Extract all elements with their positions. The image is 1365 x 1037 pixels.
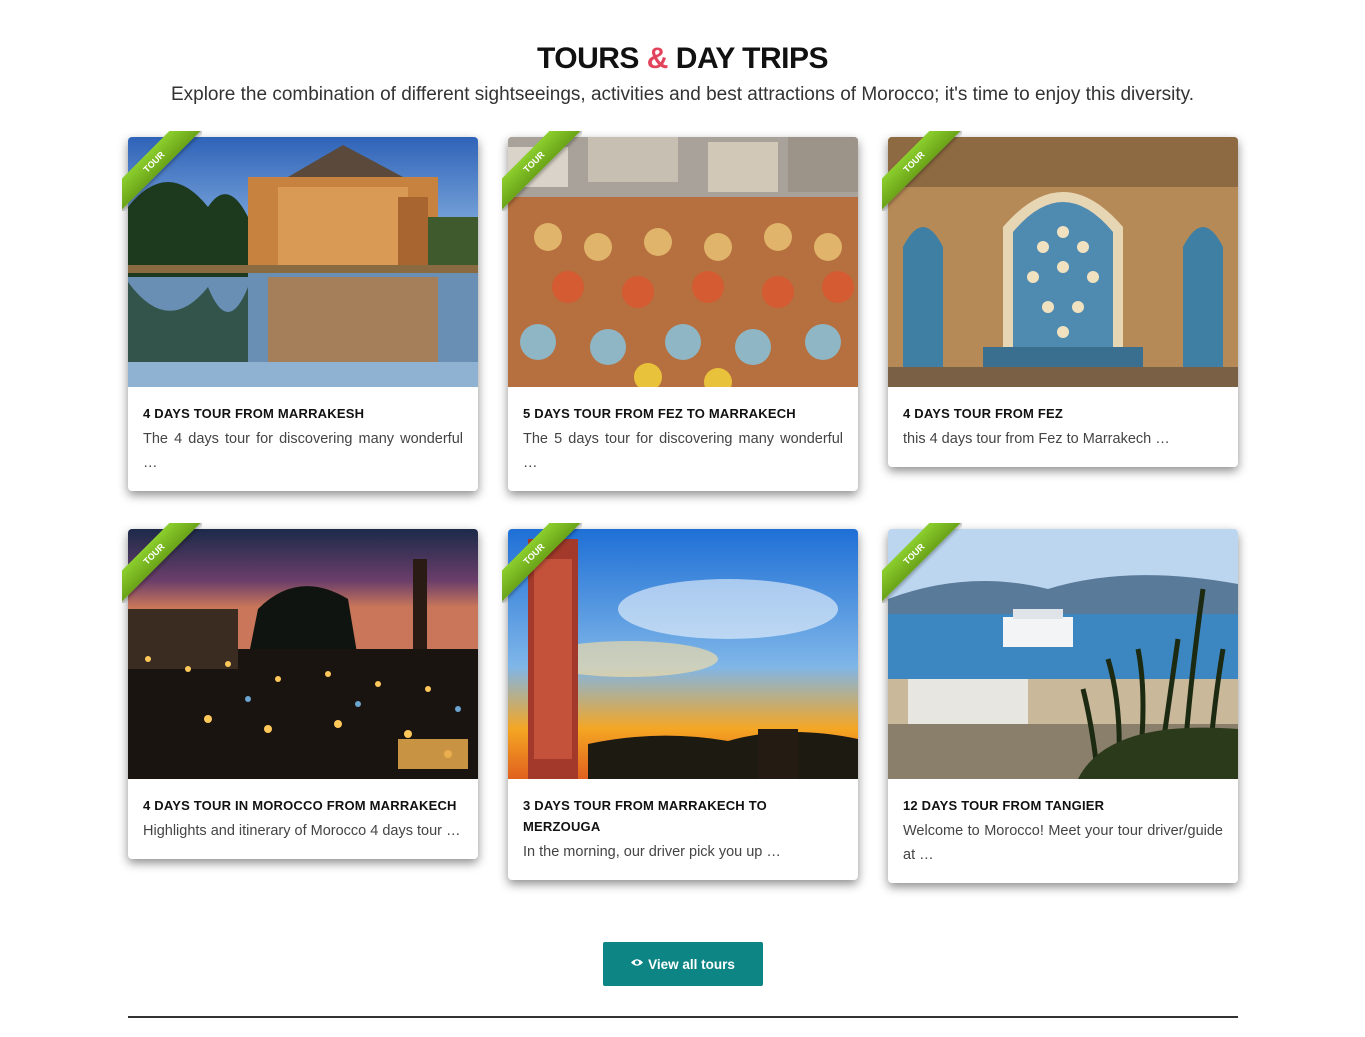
tour-excerpt: Welcome to Morocco! Meet your tour drive… — [903, 823, 1223, 863]
tour-ribbon: TOUR — [122, 523, 202, 603]
tour-ribbon-label: TOUR — [882, 523, 962, 603]
tour-ribbon: TOUR — [882, 523, 962, 603]
tour-ribbon-label: TOUR — [122, 523, 202, 603]
tour-card[interactable]: TOUR — [502, 131, 858, 491]
eye-icon — [631, 958, 644, 970]
view-all-tours-button[interactable]: View all tours — [603, 942, 763, 986]
tour-title[interactable]: 12 DAYS TOUR FROM TANGIER — [903, 795, 1223, 816]
tour-title[interactable]: 4 DAYS TOUR FROM FEZ — [903, 403, 1223, 424]
tour-title[interactable]: 5 DAYS TOUR FROM FEZ TO MARRAKECH — [523, 403, 843, 424]
tour-title[interactable]: 3 DAYS TOUR FROM MARRAKECH TO MERZOUGA — [523, 795, 843, 837]
heading-part2: DAY TRIPS — [675, 42, 829, 75]
tour-excerpt: In the morning, our driver pick you up … — [523, 844, 781, 860]
tour-excerpt: The 5 days tour for discovering many won… — [523, 431, 843, 471]
tour-ribbon-label: TOUR — [502, 523, 582, 603]
tour-title[interactable]: 4 DAYS TOUR FROM MARRAKESH — [143, 403, 463, 424]
heading-part1: TOURS — [536, 42, 639, 75]
tour-excerpt: Highlights and itinerary of Morocco 4 da… — [143, 823, 461, 839]
tours-section: TOURS & DAY TRIPS Explore the combinatio… — [0, 0, 1365, 1037]
tour-excerpt: this 4 days tour from Fez to Marrakech … — [903, 431, 1170, 447]
tour-ribbon-label: TOUR — [122, 131, 202, 211]
tour-ribbon: TOUR — [122, 131, 202, 211]
tour-ribbon-label: TOUR — [882, 131, 962, 211]
section-heading: TOURS & DAY TRIPS — [0, 42, 1365, 76]
section-divider — [128, 1016, 1238, 1018]
view-all-tours-label: View all tours — [648, 956, 735, 972]
tour-ribbon-label: TOUR — [502, 131, 582, 211]
tour-ribbon: TOUR — [502, 131, 582, 211]
tour-title[interactable]: 4 DAYS TOUR IN MOROCCO FROM MARRAKECH — [143, 795, 463, 816]
tour-ribbon: TOUR — [502, 523, 582, 603]
tour-excerpt: The 4 days tour for discovering many won… — [143, 431, 463, 471]
section-subheading: Explore the combination of different sig… — [170, 84, 1195, 105]
tour-ribbon: TOUR — [882, 131, 962, 211]
tour-card[interactable]: TOUR 3 DAYS TOUR FROM MARRAKECH TO MERZO… — [502, 523, 858, 880]
tour-card[interactable]: TOUR — [122, 131, 478, 491]
heading-ampersand: & — [646, 42, 669, 75]
tour-card[interactable]: TOUR 12 DAYS TOUR FROM TANGIER Welcome t… — [882, 523, 1238, 883]
tour-card[interactable]: TOUR 4 DAYS TOUR FROM FEZ this 4 days to… — [882, 131, 1238, 467]
tour-card[interactable]: TOUR — [122, 523, 478, 859]
